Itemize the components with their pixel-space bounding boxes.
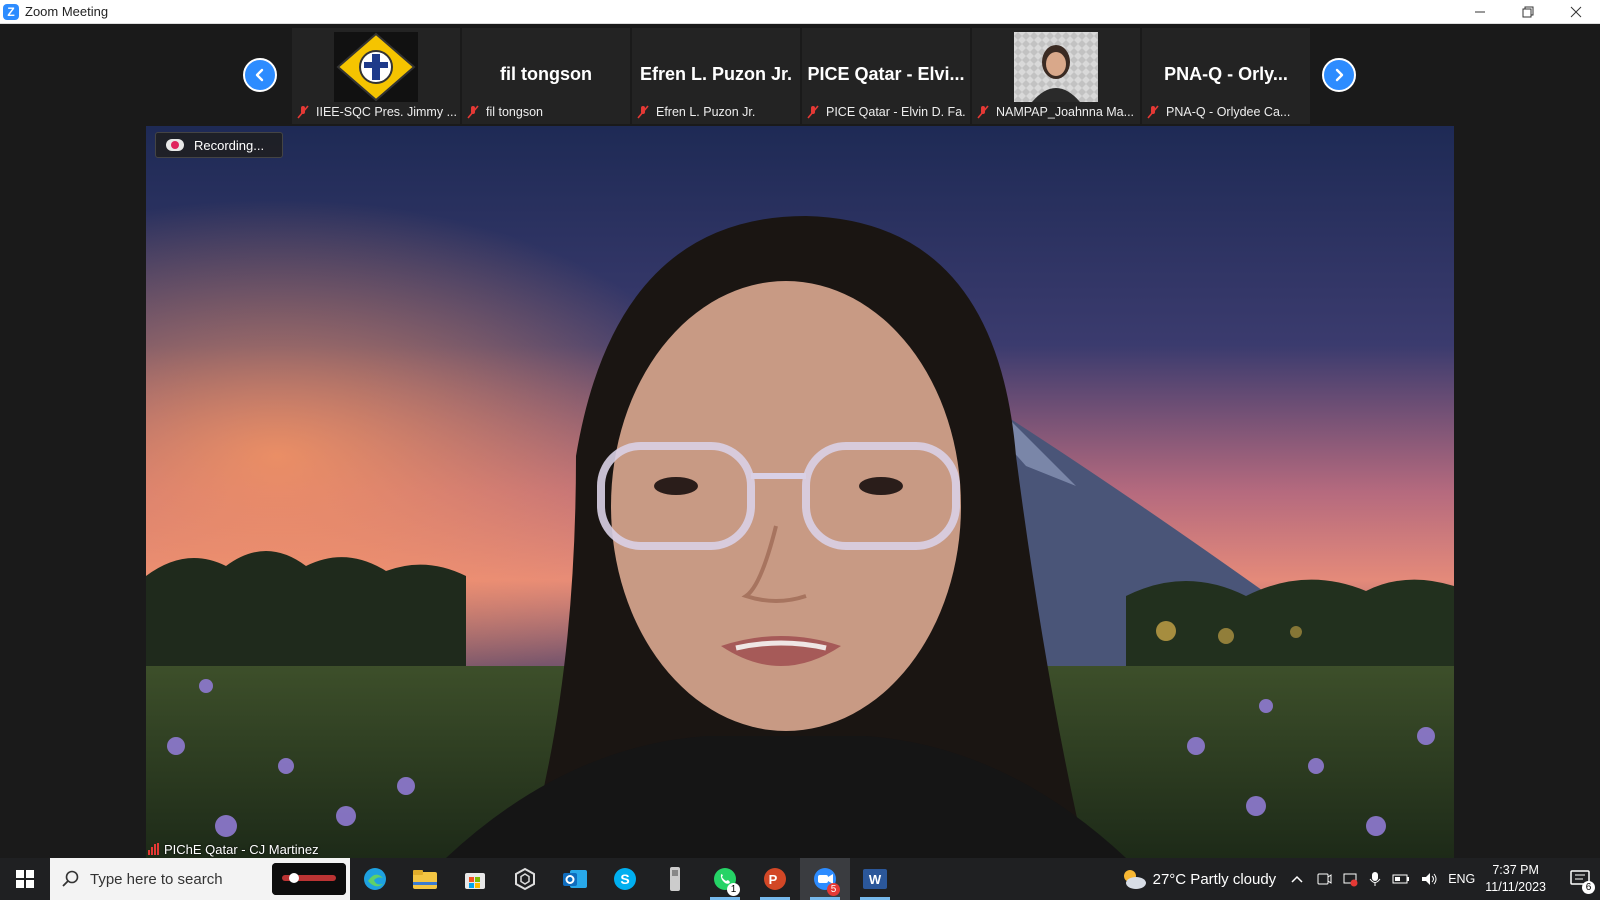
restore-icon (1522, 6, 1534, 18)
window-controls (1456, 0, 1600, 24)
mic-muted-icon (636, 105, 650, 119)
zoom-app-icon: Z (3, 3, 19, 20)
window-title-bar: Z Zoom Meeting (0, 0, 1600, 24)
weather-widget[interactable]: 27°C Partly cloudy (1121, 868, 1277, 890)
skype-icon: S (614, 868, 636, 890)
action-center-button[interactable]: 6 (1560, 858, 1600, 900)
word-taskbar-button[interactable]: W (850, 858, 900, 900)
edge-icon (364, 868, 386, 890)
system-clock[interactable]: 7:37 PM 11/11/2023 (1485, 862, 1546, 896)
search-highlight-image (272, 863, 346, 895)
windows-taskbar: Type here to search S 1 P 5 W 27°C Partl… (0, 858, 1600, 900)
participant-name: fil tongson (486, 105, 543, 119)
app-taskbar-button[interactable] (500, 858, 550, 900)
file-explorer-taskbar-button[interactable] (400, 858, 450, 900)
participant-display-name: fil tongson (500, 64, 592, 84)
input-language[interactable]: ENG (1448, 872, 1475, 886)
powerpoint-taskbar-button[interactable]: P (750, 858, 800, 900)
zoom-badge: 5 (827, 883, 840, 896)
outlook-taskbar-button[interactable] (550, 858, 600, 900)
start-button[interactable] (0, 858, 50, 900)
whatsapp-badge: 1 (727, 883, 740, 896)
close-icon (1570, 6, 1582, 18)
windows-logo-icon (16, 870, 34, 888)
notification-count-badge: 6 (1582, 881, 1595, 894)
window-title: Zoom Meeting (25, 4, 109, 19)
participant-tile[interactable]: IIEE-SQC Pres. Jimmy ... (292, 28, 460, 124)
volume-icon[interactable] (1420, 871, 1438, 887)
cloud-recording-icon (166, 139, 184, 151)
mic-muted-icon (296, 105, 310, 119)
file-explorer-icon (413, 870, 437, 889)
chevron-up-icon[interactable] (1290, 872, 1304, 886)
minimize-button[interactable] (1456, 0, 1504, 24)
chevron-right-icon (1335, 68, 1344, 82)
connection-signal-icon (148, 843, 159, 855)
recording-label: Recording... (194, 137, 265, 153)
svg-text:S: S (620, 871, 629, 887)
meet-now-icon[interactable] (1316, 871, 1332, 887)
participant-tile[interactable]: NAMPAP_Joahnna Ma... (972, 28, 1140, 124)
chevron-left-icon (255, 68, 264, 82)
participant-display-name: PNA-Q - Orly... (1164, 64, 1288, 84)
powerpoint-icon: P (764, 868, 786, 890)
participant-thumbnails: IIEE-SQC Pres. Jimmy ... fil tongson fil… (292, 28, 1310, 124)
zoom-taskbar-button[interactable]: 5 (800, 858, 850, 900)
store-icon (465, 873, 485, 889)
partly-cloudy-icon (1123, 870, 1146, 889)
mic-muted-icon (806, 105, 820, 119)
device-icon (670, 867, 680, 891)
gallery-prev-button[interactable] (243, 58, 277, 92)
participant-name: PNA-Q - Orlydee Ca... (1166, 105, 1291, 119)
search-icon (62, 870, 79, 887)
outlook-icon (563, 870, 587, 888)
system-tray: 27°C Partly cloudy ENG 7:37 PM 11/11/202… (1121, 858, 1600, 900)
word-icon: W (863, 869, 887, 889)
clock-time: 7:37 PM (1492, 863, 1539, 877)
participant-tile[interactable]: Efren L. Puzon Jr. Efren L. Puzon Jr. (632, 28, 800, 124)
organization-logo (334, 32, 418, 102)
participant-tile[interactable]: fil tongson fil tongson (462, 28, 630, 124)
device-taskbar-button[interactable] (650, 858, 700, 900)
clock-date: 11/11/2023 (1485, 880, 1546, 894)
svg-text:W: W (869, 872, 882, 887)
participant-tile[interactable]: PNA-Q - Orly... PNA-Q - Orlydee Ca... (1142, 28, 1310, 124)
minimize-icon (1475, 11, 1485, 13)
participant-gallery: IIEE-SQC Pres. Jimmy ... fil tongson fil… (0, 24, 1600, 126)
search-placeholder: Type here to search (90, 870, 223, 888)
whatsapp-taskbar-button[interactable]: 1 (700, 858, 750, 900)
participant-display-name: PICE Qatar - Elvi... (807, 64, 965, 84)
microphone-icon[interactable] (1368, 871, 1382, 887)
mic-muted-icon (1146, 105, 1160, 119)
restore-button[interactable] (1504, 0, 1552, 24)
svg-text:P: P (769, 872, 778, 887)
mic-muted-icon (466, 105, 480, 119)
participant-video (1014, 32, 1098, 102)
recording-indicator[interactable]: Recording... (155, 132, 283, 158)
active-speaker-name: PIChE Qatar - CJ Martinez (148, 840, 319, 858)
participant-name: PICE Qatar - Elvin D. Fa... (826, 105, 966, 119)
active-speaker-video[interactable] (146, 126, 1454, 858)
participant-display-name: Efren L. Puzon Jr. (639, 64, 793, 84)
participant-tile[interactable]: PICE Qatar - Elvi... PICE Qatar - Elvin … (802, 28, 970, 124)
gallery-next-button[interactable] (1322, 58, 1356, 92)
speaker-name-label: PIChE Qatar - CJ Martinez (164, 841, 319, 857)
mic-muted-icon (976, 105, 990, 119)
close-button[interactable] (1552, 0, 1600, 24)
participant-name: IIEE-SQC Pres. Jimmy ... (316, 105, 456, 119)
app-icon (515, 867, 535, 891)
battery-icon[interactable] (1392, 873, 1410, 885)
edge-taskbar-button[interactable] (350, 858, 400, 900)
speaker-video-frame (146, 126, 1454, 858)
taskbar-search-box[interactable]: Type here to search (50, 858, 350, 900)
store-taskbar-button[interactable] (450, 858, 500, 900)
weather-text: 27°C Partly cloudy (1152, 870, 1277, 888)
participant-name: NAMPAP_Joahnna Ma... (996, 105, 1135, 119)
participant-name: Efren L. Puzon Jr. (656, 105, 756, 119)
skype-taskbar-button[interactable]: S (600, 858, 650, 900)
network-icon[interactable] (1342, 871, 1358, 887)
